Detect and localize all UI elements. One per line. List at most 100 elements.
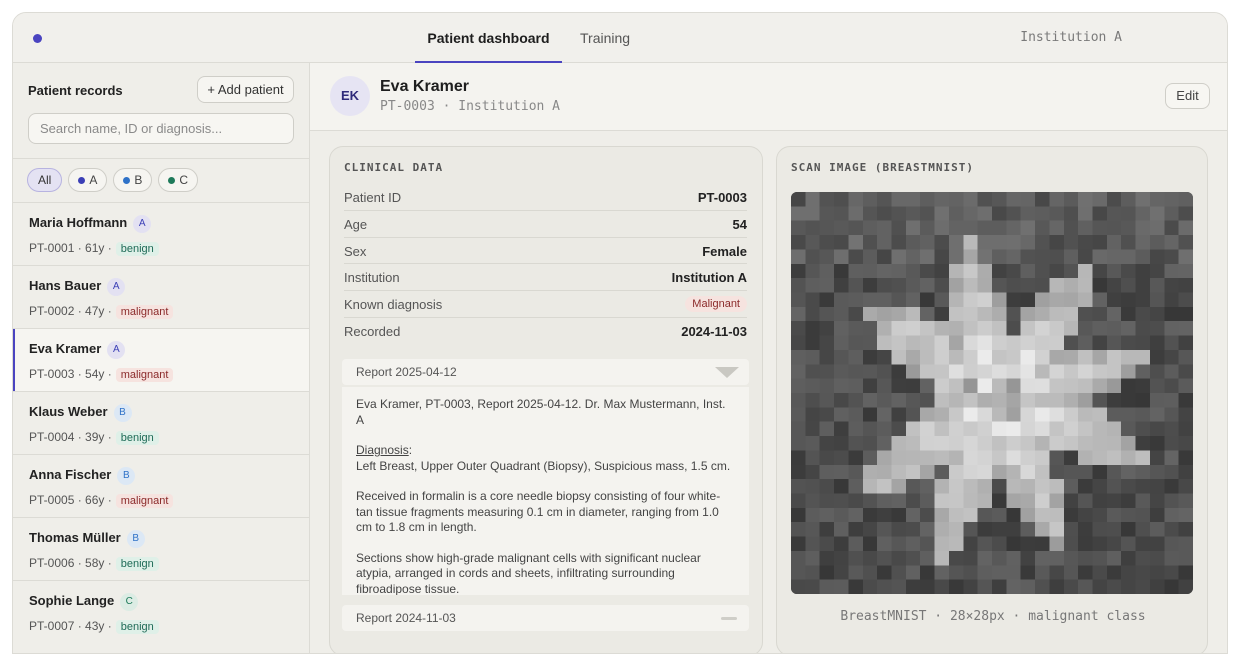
- sidebar-divider: [13, 158, 309, 159]
- patient-header: EK Eva Kramer PT-0003 · Institution A Ed…: [310, 63, 1227, 131]
- tab-patient-dashboard[interactable]: Patient dashboard: [415, 13, 562, 63]
- diagnosis-text: Left Breast, Upper Outer Quadrant (Biops…: [356, 458, 731, 473]
- institution-badge: B: [113, 404, 132, 422]
- avatar: EK: [330, 76, 370, 116]
- field-value: Female: [702, 243, 747, 259]
- institution-label: Institution A: [1020, 30, 1122, 45]
- patient-list-item[interactable]: Anna Fischer B PT-0005 · 66y · malignant: [13, 454, 309, 517]
- filter-a-label: A: [89, 173, 98, 187]
- report-accordion-header[interactable]: Report 2024-11-03: [342, 605, 749, 631]
- patient-list: Maria Hoffmann A PT-0001 · 61y · benign Ha…: [13, 202, 309, 643]
- patient-list-item[interactable]: Sophie Lange C PT-0007 · 43y · benign: [13, 580, 309, 643]
- clinical-data-card: CLINICAL DATA Patient ID PT-0003 Age 54 Se…: [329, 146, 763, 653]
- filter-b-label: B: [134, 173, 143, 187]
- scan-caption: BreastMNIST · 28×28px · malignant class: [840, 609, 1146, 624]
- field-label: Age: [344, 216, 368, 232]
- patient-name: Thomas Müller: [29, 530, 121, 545]
- patient-meta: PT-0006 · 58y ·: [29, 556, 112, 570]
- patient-name: Eva Kramer: [29, 341, 102, 356]
- filter-b-dot-icon: [123, 176, 131, 184]
- report-body: Eva Kramer, PT-0003, Report 2025-04-12. …: [342, 387, 749, 595]
- report-paragraph: Received in formalin is a core needle bi…: [356, 489, 721, 534]
- patient-meta: PT-0001 · 61y ·: [29, 241, 112, 255]
- patient-name: Maria Hoffmann: [29, 215, 128, 230]
- scan-image-card: SCAN IMAGE (BREASTMNIST) BreastMNIST · 2…: [776, 146, 1208, 653]
- field-label: Recorded: [344, 323, 401, 339]
- patient-list-item[interactable]: Hans Bauer A PT-0002 · 47y · malignant: [13, 265, 309, 328]
- filter-all-chip[interactable]: All: [27, 168, 63, 192]
- institution-badge: A: [133, 215, 152, 233]
- institution-badge: C: [120, 593, 139, 611]
- field-value: 2024-11-03: [681, 323, 747, 339]
- patient-list-item[interactable]: Thomas Müller B PT-0006 · 58y · benign: [13, 517, 309, 580]
- diagnosis-badge: benign: [115, 242, 159, 256]
- clinical-card-title: CLINICAL DATA: [344, 161, 444, 174]
- patient-sidebar: Patient records + Add patient All A B C: [13, 63, 310, 653]
- patient-list-item-selected[interactable]: Eva Kramer A PT-0003 · 54y · malignant: [13, 328, 309, 392]
- patient-title: Eva Kramer: [380, 78, 469, 95]
- institution-badge: B: [126, 530, 145, 548]
- collapse-icon: [721, 617, 737, 620]
- institution-badge: A: [107, 278, 126, 296]
- search-input[interactable]: [28, 113, 294, 144]
- edit-button[interactable]: Edit: [1165, 83, 1210, 109]
- institution-filters: All A B C: [27, 168, 199, 192]
- report-title: Report 2024-11-03: [356, 611, 456, 625]
- filter-a-dot-icon: [78, 176, 86, 184]
- tab-training-dashboard[interactable]: Training dashboard: [580, 13, 700, 96]
- field-value: Institution A: [671, 270, 747, 286]
- field-value: 54: [732, 216, 747, 232]
- filter-b-chip[interactable]: B: [113, 168, 153, 192]
- clinical-row: Patient ID PT-0003: [344, 184, 747, 211]
- patient-meta: PT-0005 · 66y ·: [29, 493, 112, 507]
- field-label: Known diagnosis: [344, 297, 443, 313]
- brand-dot-icon: [33, 34, 42, 43]
- patient-name: Sophie Lange: [29, 593, 115, 608]
- patient-meta: PT-0003 · 54y ·: [29, 367, 112, 381]
- scan-card-title: SCAN IMAGE (BREASTMNIST): [791, 161, 974, 174]
- top-nav: Patient dashboard Training dashboard Ins…: [13, 13, 1227, 96]
- add-patient-button[interactable]: + Add patient: [197, 76, 294, 103]
- filter-c-chip[interactable]: C: [158, 168, 199, 192]
- institution-badge: B: [117, 467, 136, 485]
- field-label: Institution: [344, 270, 400, 286]
- clinical-row: Institution Institution A: [344, 264, 747, 292]
- diagnosis-badge: malignant: [115, 494, 174, 508]
- diagnosis-badge: benign: [115, 620, 159, 634]
- patient-list-item[interactable]: Maria Hoffmann A PT-0001 · 61y · benign: [13, 202, 309, 265]
- field-label: Sex: [344, 243, 367, 259]
- filter-c-label: C: [179, 173, 189, 187]
- diagnosis-badge: benign: [115, 431, 159, 445]
- sidebar-title: Patient records: [28, 83, 123, 98]
- report-header-text: Eva Kramer, PT-0003, Report 2025-04-12. …: [356, 397, 726, 427]
- diagnosis-badge: malignant: [115, 368, 174, 382]
- scan-pixels: [791, 192, 1193, 594]
- patient-detail: EK Eva Kramer PT-0003 · Institution A Ed…: [310, 63, 1227, 653]
- patient-meta: PT-0004 · 39y ·: [29, 430, 112, 444]
- patient-name: Anna Fischer: [29, 467, 112, 482]
- clinical-row: Recorded 2024-11-03: [344, 318, 747, 345]
- diagnosis-badge: malignant: [115, 305, 174, 319]
- patient-meta: PT-0002 · 47y ·: [29, 304, 112, 318]
- institution-badge: A: [107, 341, 126, 359]
- patient-subtitle: PT-0003 · Institution A: [380, 99, 561, 114]
- diagnosis-status-badge: Malignant: [685, 296, 747, 313]
- patient-name: Hans Bauer: [29, 278, 102, 293]
- clinical-row: Known diagnosis Malignant: [344, 291, 747, 318]
- filter-all-label: All: [38, 173, 52, 187]
- patient-list-item[interactable]: Klaus Weber B PT-0004 · 39y · benign: [13, 391, 309, 454]
- clinical-table: Patient ID PT-0003 Age 54 Sex Female Instit…: [344, 184, 747, 345]
- field-label: Patient ID: [344, 190, 402, 205]
- diagnosis-badge: benign: [115, 557, 159, 571]
- report-accordion-header[interactable]: Report 2025-04-12: [342, 359, 749, 385]
- clinical-row: Age 54: [344, 211, 747, 238]
- patient-meta: PT-0007 · 43y ·: [29, 619, 112, 633]
- report-paragraph: Sections show high-grade malignant cells…: [356, 550, 701, 596]
- scan-image: [791, 192, 1193, 594]
- chevron-down-icon: [715, 367, 739, 378]
- filter-a-chip[interactable]: A: [68, 168, 108, 192]
- filter-c-dot-icon: [168, 176, 176, 184]
- diagnosis-colon: :: [408, 443, 413, 457]
- field-value: PT-0003: [697, 190, 747, 205]
- clinical-row: Sex Female: [344, 238, 747, 265]
